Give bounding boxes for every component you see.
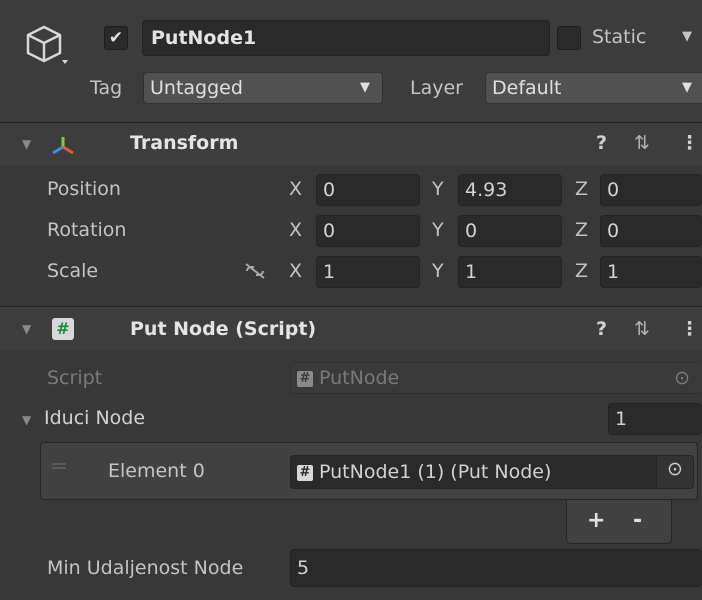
tag-label: Tag <box>90 77 123 99</box>
rotation-z-label[interactable]: Z <box>575 215 588 245</box>
script-hash-icon: # <box>52 318 74 340</box>
tag-dropdown[interactable]: Untagged ▼ <box>143 72 383 104</box>
add-element-button[interactable]: + <box>587 508 605 533</box>
layer-label: Layer <box>410 77 463 99</box>
layer-dropdown[interactable]: Default ▼ <box>485 72 702 104</box>
element-object-field[interactable]: # PutNode1 (1) (Put Node) <box>290 455 694 489</box>
position-z-label[interactable]: Z <box>575 174 588 204</box>
rotation-y-label[interactable]: Y <box>432 215 444 245</box>
position-label: Position <box>47 178 121 200</box>
rotation-x-label[interactable]: X <box>289 215 302 245</box>
object-name-field[interactable]: PutNode1 <box>142 20 550 56</box>
transform-foldout-icon[interactable]: ▼ <box>22 129 31 159</box>
tag-value: Untagged <box>150 77 243 99</box>
menu-icon[interactable]: ⋮ <box>680 128 699 158</box>
drag-handle-icon[interactable] <box>52 463 66 469</box>
transform-axes-icon <box>52 137 74 155</box>
static-label: Static <box>592 26 647 48</box>
tag-chevron-icon: ▼ <box>360 80 370 95</box>
unlinked-constrain-icon[interactable] <box>243 262 267 280</box>
object-picker-button[interactable]: ⊙ <box>656 456 693 488</box>
script-value: PutNode <box>319 367 400 389</box>
target-icon: ⊙ <box>667 458 683 480</box>
position-x-label[interactable]: X <box>289 174 302 204</box>
rotation-y-field[interactable]: 0 <box>458 215 562 247</box>
presets-icon[interactable]: ⇅ <box>634 128 650 158</box>
transform-header[interactable]: ▼ Transform ? ⇅ ⋮ <box>0 123 702 165</box>
element-value: PutNode1 (1) (Put Node) <box>319 461 552 483</box>
help-icon[interactable]: ? <box>596 314 607 344</box>
rotation-label: Rotation <box>47 219 127 241</box>
target-icon: ⊙ <box>674 367 690 389</box>
scale-label: Scale <box>47 260 99 282</box>
static-dropdown-icon[interactable]: ▼ <box>682 22 692 52</box>
transform-title: Transform <box>130 132 239 154</box>
list-size-field[interactable]: 1 <box>608 403 702 435</box>
script-object-field: # PutNode ⊙ <box>290 362 702 394</box>
static-checkbox[interactable] <box>557 26 581 50</box>
rotation-z-field[interactable]: 0 <box>600 215 702 247</box>
list-footer: + - <box>566 500 672 544</box>
help-icon[interactable]: ? <box>596 128 607 158</box>
position-z-field[interactable]: 0 <box>600 174 702 206</box>
script-label: Script <box>47 367 103 389</box>
rotation-x-field[interactable]: 0 <box>316 215 420 247</box>
menu-icon[interactable]: ⋮ <box>680 314 699 344</box>
gameobject-header: ✔ PutNode1 Static ▼ Tag Untagged ▼ Layer… <box>0 0 702 122</box>
scale-y-field[interactable]: 1 <box>458 256 562 288</box>
layer-value: Default <box>492 77 562 99</box>
putnode-header[interactable]: ▼ # Put Node (Script) ? ⇅ ⋮ <box>0 307 702 351</box>
script-hash-icon: # <box>297 464 313 481</box>
min-distance-field[interactable]: 5 <box>290 549 702 587</box>
putnode-title: Put Node (Script) <box>130 318 317 340</box>
scale-x-label[interactable]: X <box>289 256 302 286</box>
element-label: Element 0 <box>108 460 205 482</box>
scale-z-field[interactable]: 1 <box>600 256 702 288</box>
scale-y-label[interactable]: Y <box>432 256 444 286</box>
script-hash-icon: # <box>297 370 313 387</box>
position-x-field[interactable]: 0 <box>316 174 420 206</box>
list-foldout-icon[interactable]: ▼ <box>22 405 31 435</box>
scale-z-label[interactable]: Z <box>575 256 588 286</box>
cube-icon <box>26 25 68 64</box>
putnode-foldout-icon[interactable]: ▼ <box>22 314 31 344</box>
layer-chevron-icon: ▼ <box>682 80 692 95</box>
active-checkbox[interactable]: ✔ <box>104 26 128 50</box>
min-distance-label: Min Udaljenost Node <box>47 557 244 579</box>
position-y-field[interactable]: 4.93 <box>458 174 562 206</box>
scale-x-field[interactable]: 1 <box>316 256 420 288</box>
list-label[interactable]: Iduci Node <box>44 403 145 433</box>
position-y-label[interactable]: Y <box>432 174 444 204</box>
presets-icon[interactable]: ⇅ <box>634 314 650 344</box>
remove-element-button[interactable]: - <box>633 508 642 533</box>
